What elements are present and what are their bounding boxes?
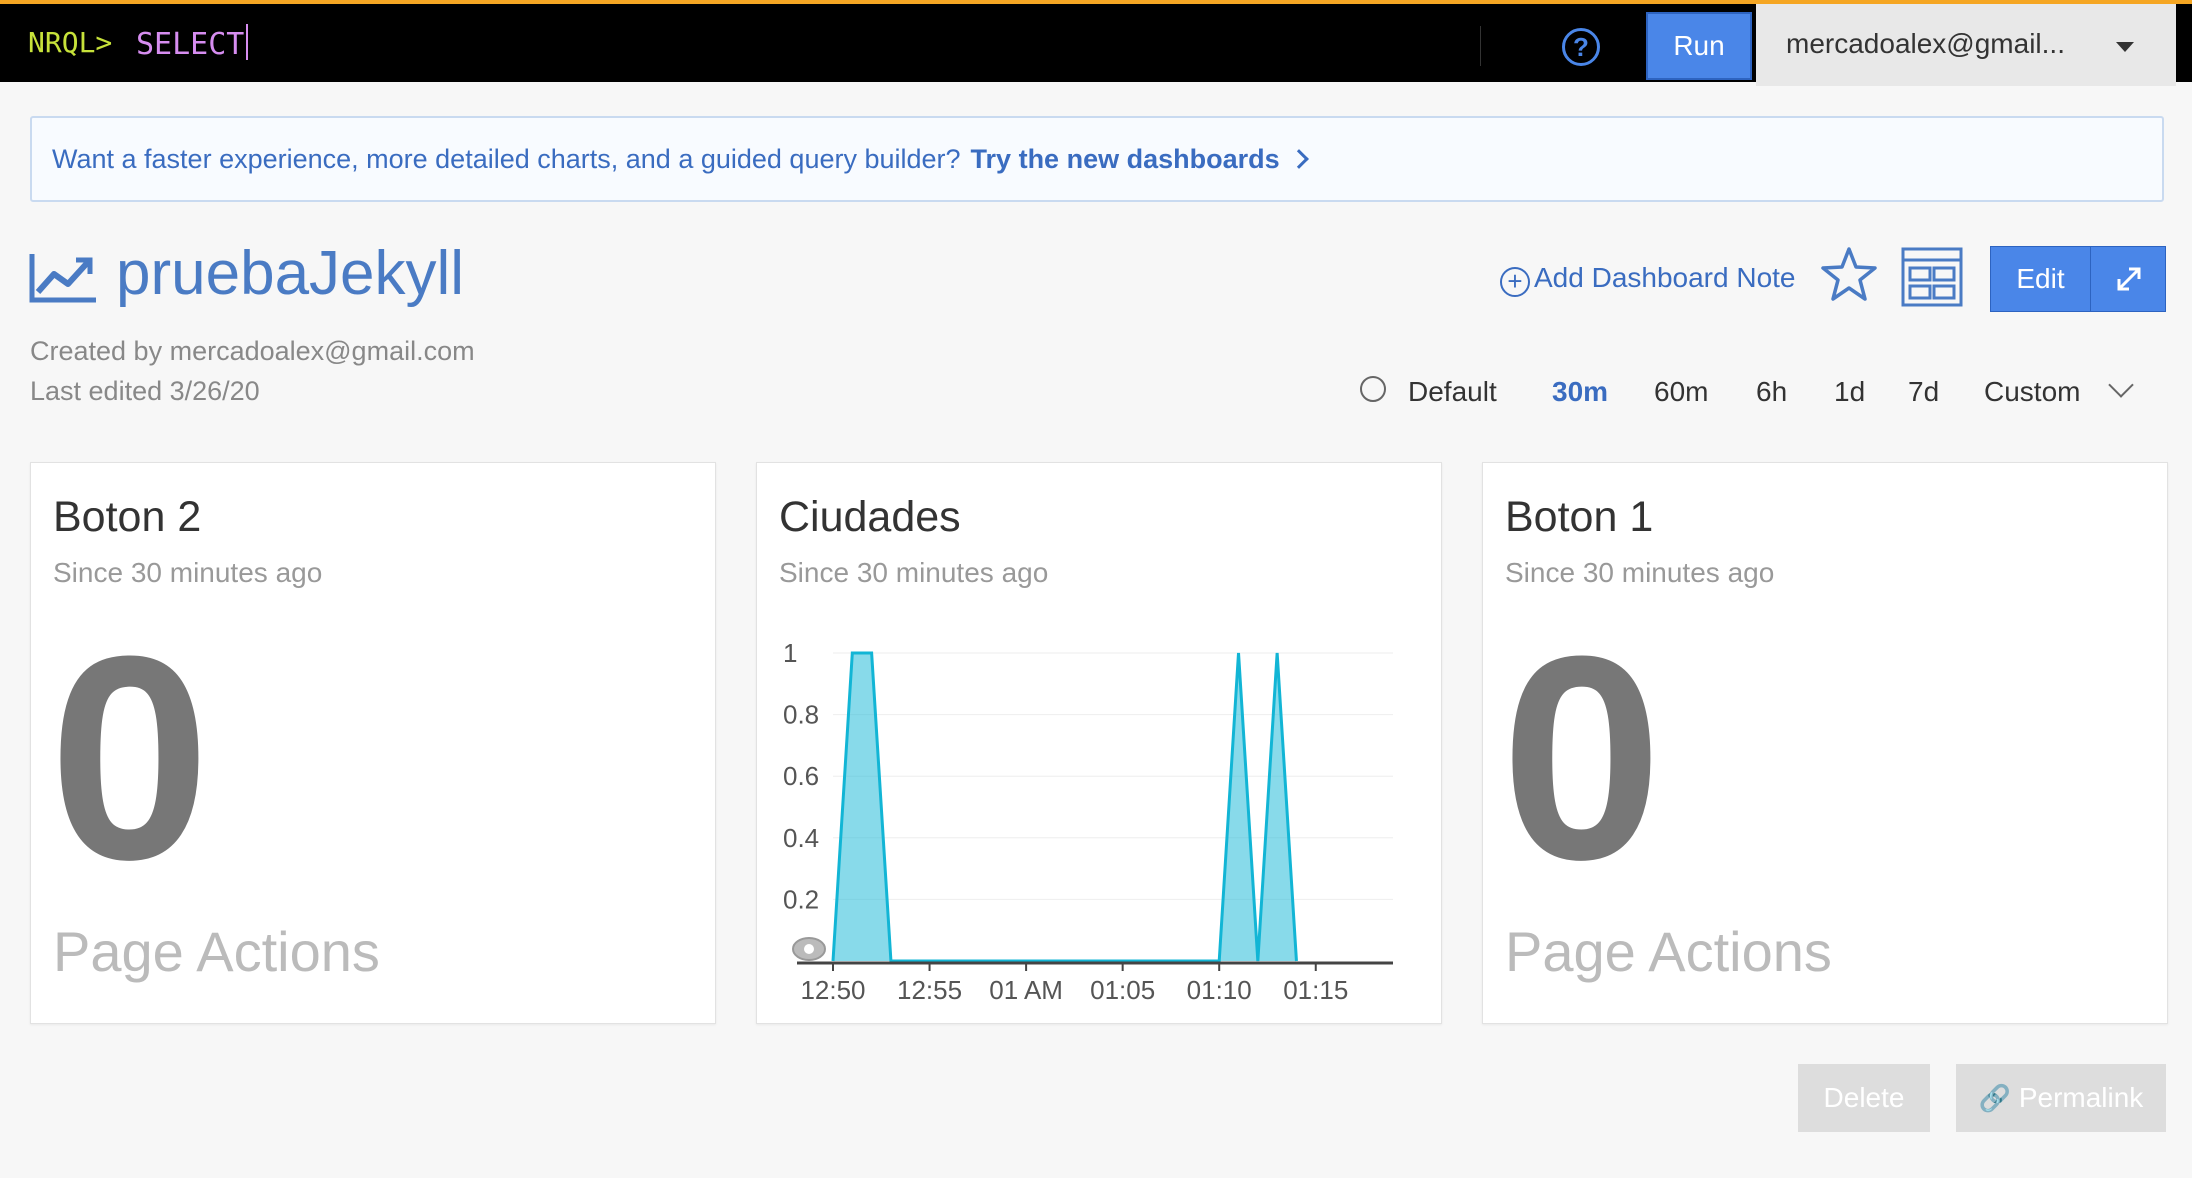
link-icon: 🔗 bbox=[1978, 1083, 2012, 1113]
y-tick-label: 0.2 bbox=[783, 884, 819, 914]
time-option-7d[interactable]: 7d bbox=[1908, 376, 1939, 408]
expand-icon[interactable] bbox=[2091, 247, 2167, 311]
widget-ciudades[interactable]: Ciudades Since 30 minutes ago 1 0.8 0.6 0.4… bbox=[756, 462, 1442, 1024]
caret-down-icon bbox=[2116, 42, 2134, 52]
nrql-query-bar: NRQL> SELECT ? Run mercadoalex@gmail... bbox=[0, 0, 2192, 86]
nrql-query-text: SELECT bbox=[136, 27, 245, 62]
y-tick-label: 0.6 bbox=[783, 761, 819, 791]
account-dropdown[interactable]: mercadoalex@gmail... bbox=[1756, 4, 2176, 86]
chevron-right-icon bbox=[1288, 149, 1309, 169]
add-dashboard-note-button[interactable]: + Add Dashboard Note bbox=[1500, 262, 1796, 297]
y-tick-label: 0.8 bbox=[783, 700, 819, 730]
plus-circle-icon: + bbox=[1500, 267, 1530, 297]
time-option-60m[interactable]: 60m bbox=[1654, 376, 1708, 408]
last-edited: Last edited 3/26/20 bbox=[30, 376, 260, 406]
x-tick-label: 12:50 bbox=[800, 975, 865, 1005]
created-by: Created by mercadoalex@gmail.com bbox=[30, 336, 475, 366]
time-option-1d[interactable]: 1d bbox=[1834, 376, 1865, 408]
delete-button[interactable]: Delete bbox=[1798, 1064, 1930, 1132]
banner-link-text: Try the new dashboards bbox=[970, 144, 1280, 174]
x-tick-label: 01:15 bbox=[1283, 975, 1348, 1005]
edit-button[interactable]: Edit bbox=[1991, 247, 2091, 311]
x-tick-label: 12:55 bbox=[897, 975, 962, 1005]
x-tick-label: 01 AM bbox=[989, 975, 1063, 1005]
widget-boton-1[interactable]: Boton 1 Since 30 minutes ago 0 Page Acti… bbox=[1482, 462, 2168, 1024]
widget-title: Boton 2 bbox=[53, 493, 202, 541]
add-note-label: Add Dashboard Note bbox=[1534, 262, 1796, 293]
tv-mode-icon[interactable] bbox=[1900, 246, 1964, 308]
dashboard-title: pruebaJekyll bbox=[116, 239, 465, 308]
time-option-custom[interactable]: Custom bbox=[1984, 376, 2080, 408]
billboard-value: 0 bbox=[49, 596, 211, 920]
edit-button-group: Edit bbox=[1990, 246, 2166, 312]
billboard-label: Page Actions bbox=[53, 920, 380, 983]
time-option-6h[interactable]: 6h bbox=[1756, 376, 1787, 408]
eye-pupil bbox=[804, 944, 814, 954]
area-series bbox=[833, 653, 1297, 961]
toolbar-divider bbox=[1480, 26, 1481, 66]
new-dashboards-banner: Want a faster experience, more detailed … bbox=[30, 116, 2164, 202]
y-tick-label: 0.4 bbox=[783, 823, 819, 853]
clock-icon bbox=[1360, 376, 1386, 402]
x-tick-label: 01:10 bbox=[1187, 975, 1252, 1005]
run-button[interactable]: Run bbox=[1646, 12, 1752, 80]
widget-title: Boton 1 bbox=[1505, 493, 1654, 541]
text-cursor bbox=[246, 24, 249, 60]
time-option-default[interactable]: Default bbox=[1408, 376, 1497, 408]
widget-subtitle: Since 30 minutes ago bbox=[53, 557, 323, 588]
area-chart: 1 0.8 0.6 0.4 0.2 12:50 12:55 01 AM 01:05 01:10 01… bbox=[783, 638, 1393, 1005]
permalink-label: Permalink bbox=[2018, 1082, 2144, 1113]
nrql-prompt: NRQL> bbox=[28, 26, 113, 59]
try-new-dashboards-link[interactable]: Try the new dashboards bbox=[970, 144, 1309, 174]
billboard-value: 0 bbox=[1501, 596, 1663, 920]
widget-subtitle: Since 30 minutes ago bbox=[1505, 557, 1775, 588]
banner-text: Want a faster experience, more detailed … bbox=[52, 144, 961, 174]
line-chart-icon bbox=[29, 254, 96, 303]
permalink-button[interactable]: 🔗 Permalink bbox=[1956, 1064, 2166, 1132]
nrql-query-input[interactable]: SELECT bbox=[136, 24, 249, 62]
account-name: mercadoalex@gmail... bbox=[1786, 28, 2065, 59]
y-tick-label: 1 bbox=[783, 638, 797, 668]
x-tick-label: 01:05 bbox=[1090, 975, 1155, 1005]
billboard-label: Page Actions bbox=[1505, 920, 1832, 983]
chevron-down-icon[interactable] bbox=[2108, 372, 2134, 398]
star-icon[interactable] bbox=[1820, 246, 1878, 304]
widget-boton-2[interactable]: Boton 2 Since 30 minutes ago 0 Page Acti… bbox=[30, 462, 716, 1024]
help-icon[interactable]: ? bbox=[1562, 28, 1600, 66]
time-option-30m[interactable]: 30m bbox=[1552, 376, 1608, 408]
